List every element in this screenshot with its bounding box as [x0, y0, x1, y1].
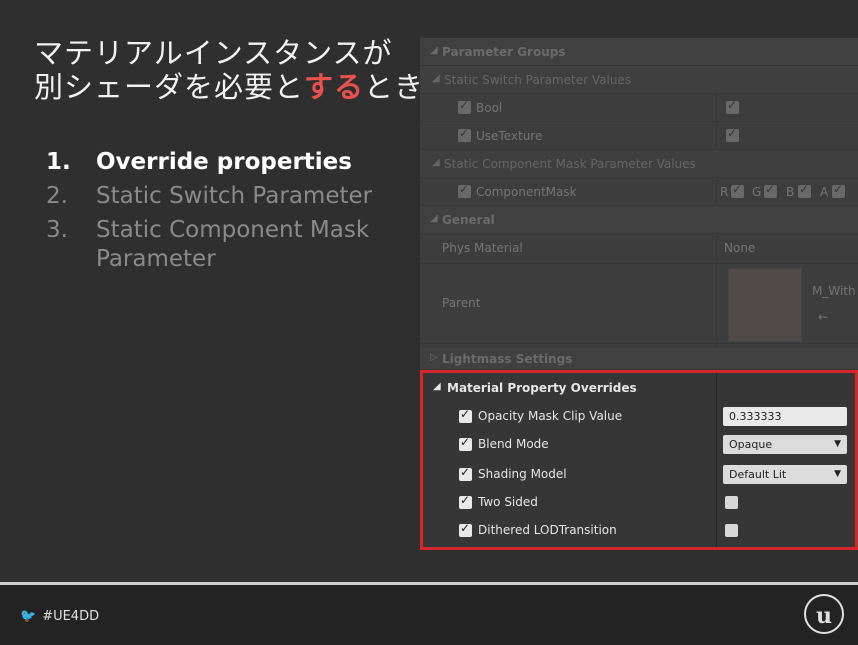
select-value: Default Lit: [729, 468, 787, 481]
mask-channel-a: A: [820, 185, 829, 199]
title-line-2: 別シェーダを必要とするとき: [34, 70, 424, 104]
override-label: Shading Model: [478, 467, 567, 481]
hashtag-text: #UE4DD: [42, 609, 100, 624]
mask-checkbox-b[interactable]: [798, 182, 811, 198]
override-row-shading-model: Shading Model Default Lit ▼: [423, 461, 855, 489]
override-label: Blend Mode: [478, 437, 549, 451]
agenda-item-text: Static Component Mask Parameter: [96, 217, 370, 272]
mask-channel-g: G: [752, 185, 762, 199]
expand-arrow-icon: ◢: [430, 45, 438, 56]
param-checkbox[interactable]: [458, 182, 471, 198]
slide-title: マテリアルインスタンスが 別シェーダを必要とするとき: [34, 36, 424, 104]
two-sided-checkbox[interactable]: [725, 496, 738, 509]
param-checkbox[interactable]: [458, 98, 471, 114]
agenda-list: 1. Override properties 2. Static Switch …: [46, 148, 386, 279]
override-row-dithered-lod: Dithered LODTransition: [423, 517, 855, 545]
override-row-opacity-mask: Opacity Mask Clip Value 0.333333: [423, 403, 855, 431]
material-property-overrides: ◢ Material Property Overrides Opacity Ma…: [420, 370, 858, 550]
parent-thumbnail[interactable]: [728, 268, 802, 342]
agenda-item-text: Static Switch Parameter: [96, 183, 373, 209]
expand-arrow-icon: ◢: [432, 73, 440, 84]
mask-checkbox-a[interactable]: [832, 182, 845, 198]
subcategory-label: Static Switch Parameter Values: [444, 73, 632, 87]
param-label: Bool: [476, 101, 503, 115]
subcategory-label: Static Component Mask Parameter Values: [444, 157, 696, 171]
expand-arrow-icon: ◢: [433, 381, 441, 392]
category-lightmass[interactable]: ▷ Lightmass Settings: [420, 348, 858, 370]
select-value: Opaque: [729, 438, 773, 451]
title-line-1: マテリアルインスタンスが: [34, 36, 393, 70]
twitter-bird-icon: 🐦: [20, 609, 37, 624]
mask-checkbox-g[interactable]: [764, 182, 777, 198]
chevron-down-icon: ▼: [834, 439, 841, 449]
expand-arrow-icon: ◢: [430, 213, 438, 224]
agenda-item-number: 1.: [46, 149, 71, 175]
shading-model-select[interactable]: Default Lit ▼: [723, 465, 847, 484]
param-label: Phys Material: [442, 241, 523, 255]
agenda-item-2: 2. Static Switch Parameter: [46, 182, 386, 211]
param-checkbox[interactable]: [458, 126, 471, 142]
agenda-item-1: 1. Override properties: [46, 148, 386, 177]
override-checkbox[interactable]: [459, 435, 472, 451]
parent-value[interactable]: M_With: [812, 284, 856, 298]
override-label: Two Sided: [478, 495, 538, 509]
param-row-usetexture: UseTexture: [420, 122, 858, 150]
opacity-mask-clip-field[interactable]: 0.333333: [723, 407, 847, 426]
agenda-item-number: 2.: [46, 183, 68, 209]
agenda-item-text: Override properties: [96, 149, 352, 175]
mask-channel-r: R: [720, 185, 729, 199]
override-checkbox[interactable]: [459, 521, 472, 537]
title-line-2-pre: 別シェーダを必要と: [34, 70, 305, 104]
category-general[interactable]: ◢ General: [420, 206, 858, 234]
subcategory-static-switch[interactable]: ◢ Static Switch Parameter Values: [420, 66, 858, 94]
unreal-logo-icon: u: [804, 594, 844, 634]
override-checkbox[interactable]: [459, 407, 472, 423]
param-label: Parent: [442, 296, 481, 310]
mask-channel-b: B: [786, 185, 795, 199]
expand-arrow-icon: ◢: [432, 157, 440, 168]
override-label: Dithered LODTransition: [478, 523, 617, 537]
param-row-phys-material: Phys Material None: [420, 234, 858, 264]
dimmed-parameters-area: ◢ Parameter Groups ◢ Static Switch Param…: [420, 38, 858, 550]
slide-footer: 🐦 #UE4DD u: [0, 585, 858, 645]
subcategory-component-mask[interactable]: ◢ Static Component Mask Parameter Values: [420, 150, 858, 178]
details-panel: ◢ Parameter Groups ◢ Static Switch Param…: [420, 38, 858, 550]
hashtag: 🐦 #UE4DD: [20, 609, 99, 624]
value-checkbox[interactable]: [726, 98, 739, 114]
override-label: Opacity Mask Clip Value: [478, 409, 623, 423]
param-row-bool: Bool: [420, 94, 858, 122]
chevron-down-icon: ▼: [834, 469, 841, 479]
override-checkbox[interactable]: [459, 465, 472, 481]
param-row-componentmask: ComponentMask R G B A: [420, 178, 858, 206]
title-highlight: する: [304, 70, 365, 104]
agenda-item-number: 3.: [46, 217, 68, 243]
value-checkbox[interactable]: [726, 126, 739, 142]
category-label: Lightmass Settings: [442, 352, 573, 366]
override-checkbox[interactable]: [459, 493, 472, 509]
browse-arrow-icon[interactable]: ←: [818, 310, 828, 324]
title-line-2-post: とき: [364, 70, 425, 104]
category-label: General: [442, 213, 495, 227]
overrides-title: Material Property Overrides: [447, 381, 637, 395]
phys-material-value[interactable]: None: [724, 241, 755, 255]
overrides-header[interactable]: ◢ Material Property Overrides: [423, 375, 855, 403]
override-row-two-sided: Two Sided: [423, 489, 855, 517]
blend-mode-select[interactable]: Opaque ▼: [723, 435, 847, 454]
category-label: Parameter Groups: [442, 45, 566, 59]
agenda-item-3: 3. Static Component Mask Parameter: [46, 216, 386, 274]
param-label: ComponentMask: [476, 185, 577, 199]
mask-checkbox-r[interactable]: [731, 182, 744, 198]
dithered-lod-checkbox[interactable]: [725, 524, 738, 537]
param-label: UseTexture: [476, 129, 543, 143]
collapse-arrow-icon: ▷: [430, 352, 438, 363]
override-row-blend-mode: Blend Mode Opaque ▼: [423, 431, 855, 459]
category-parameter-groups[interactable]: ◢ Parameter Groups: [420, 38, 858, 66]
